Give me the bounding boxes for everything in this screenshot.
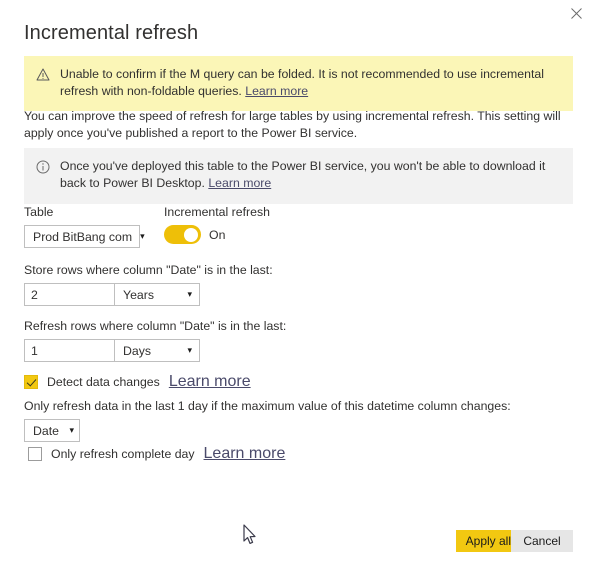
dialog-footer: Apply all Cancel	[0, 520, 597, 582]
chevron-down-icon: ▾	[140, 231, 145, 241]
detect-data-changes-checkbox[interactable]	[24, 375, 38, 389]
info-circle-icon	[36, 160, 50, 179]
toggle-wrap: On	[164, 225, 270, 244]
cancel-button[interactable]: Cancel	[511, 530, 573, 552]
store-rows-unit-dropdown[interactable]: Years ▾	[114, 283, 200, 306]
refresh-rows-value-input[interactable]	[24, 339, 114, 362]
toggle-state-label: On	[209, 227, 226, 242]
table-dropdown[interactable]: Prod BitBang com ▾	[24, 225, 145, 248]
refresh-rows-unit-value: Days	[123, 343, 152, 358]
store-rows-section: Store rows where column "Date" is in the…	[24, 262, 273, 306]
detect-data-changes-label: Detect data changes	[47, 375, 160, 389]
store-rows-value-input[interactable]	[24, 283, 114, 306]
complete-day-row: Only refresh complete day Learn more	[28, 445, 285, 463]
incremental-refresh-toggle[interactable]	[164, 225, 201, 244]
chevron-down-icon: ▾	[69, 425, 74, 435]
incremental-refresh-label: Incremental refresh	[164, 205, 270, 219]
datetime-column-label: Only refresh data in the last 1 day if t…	[24, 399, 511, 413]
datetime-column-section: Only refresh data in the last 1 day if t…	[24, 398, 511, 442]
datetime-column-value: Date	[33, 423, 59, 438]
refresh-rows-section: Refresh rows where column "Date" is in t…	[24, 318, 286, 362]
info-message: Once you've deployed this table to the P…	[60, 158, 561, 192]
table-label: Table	[24, 205, 54, 219]
store-rows-unit-value: Years	[123, 287, 154, 302]
warning-triangle-icon	[36, 68, 50, 86]
chevron-down-icon: ▾	[187, 289, 192, 299]
refresh-rows-unit-dropdown[interactable]: Days ▾	[114, 339, 200, 362]
close-glyph	[570, 7, 582, 19]
info-text: Once you've deployed this table to the P…	[60, 159, 546, 190]
complete-day-label: Only refresh complete day	[51, 447, 195, 461]
warning-message: Unable to confirm if the M query can be …	[60, 66, 561, 100]
refresh-rows-label: Refresh rows where column "Date" is in t…	[24, 319, 287, 333]
description-text: You can improve the speed of refresh for…	[24, 109, 561, 140]
datetime-column-dropdown[interactable]: Date ▾	[24, 419, 80, 442]
complete-day-checkbox[interactable]	[28, 447, 42, 461]
info-banner: Once you've deployed this table to the P…	[24, 148, 573, 204]
toggle-knob	[184, 227, 198, 242]
store-rows-inputs: Years ▾	[24, 283, 273, 306]
incremental-refresh-toggle-group: Incremental refresh On	[164, 204, 270, 244]
store-rows-label: Store rows where column "Date" is in the…	[24, 263, 273, 277]
complete-day-learn-more-link[interactable]: Learn more	[204, 445, 286, 463]
info-learn-more-link[interactable]: Learn more	[208, 176, 271, 190]
detect-data-changes-learn-more-link[interactable]: Learn more	[169, 373, 251, 391]
table-selector-group: Table Prod BitBang com ▾	[24, 204, 145, 248]
chevron-down-icon: ▾	[187, 345, 192, 355]
close-icon[interactable]	[555, 0, 597, 26]
page-title: Incremental refresh	[24, 22, 199, 44]
warning-learn-more-link[interactable]: Learn more	[245, 84, 308, 98]
table-and-toggle-row: Table Prod BitBang com ▾ Incremental ref…	[24, 204, 270, 248]
table-dropdown-value: Prod BitBang com	[33, 229, 133, 244]
warning-banner: Unable to confirm if the M query can be …	[24, 56, 573, 111]
detect-data-changes-row: Detect data changes Learn more	[24, 373, 251, 391]
refresh-rows-inputs: Days ▾	[24, 339, 286, 362]
incremental-refresh-dialog: Incremental refresh Unable to confirm if…	[0, 0, 597, 582]
